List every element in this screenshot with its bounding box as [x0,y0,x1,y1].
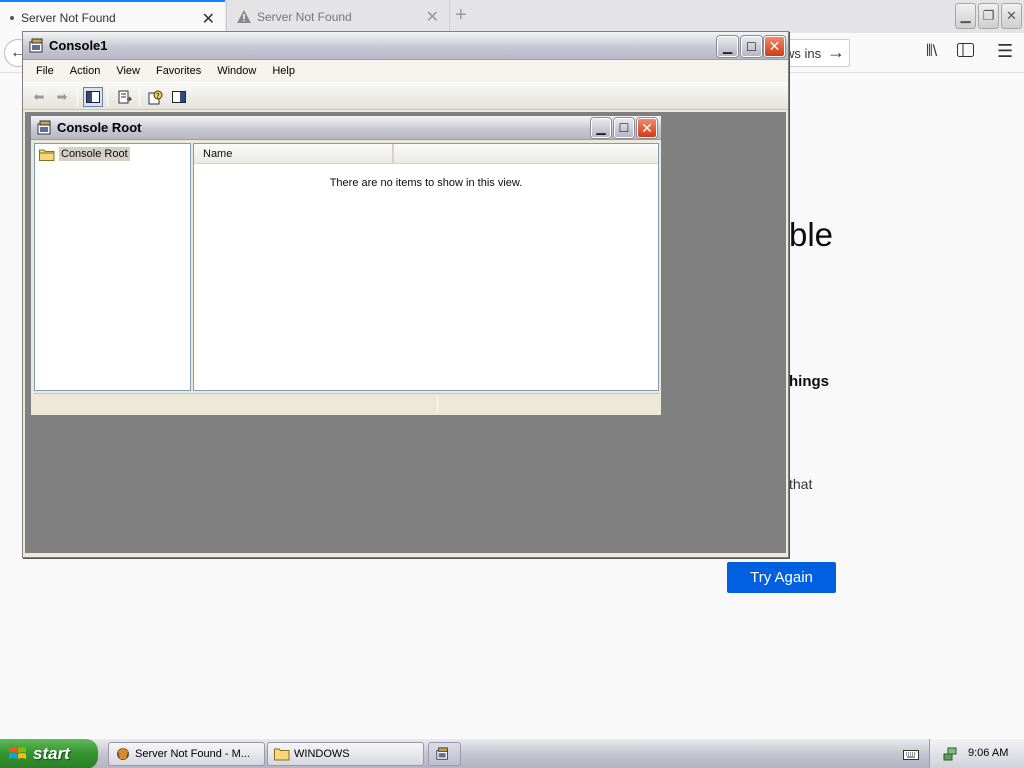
taskbar-button-firefox[interactable]: Server Not Found - M... [108,742,265,766]
warning-icon [237,10,251,23]
try-again-button[interactable]: Try Again [727,562,836,593]
forward-arrow-icon[interactable]: ➡ [52,87,72,107]
new-tab-button[interactable]: + [455,5,467,25]
hamburger-menu-icon[interactable]: ☰ [997,41,1013,62]
action-pane-icon [172,91,186,103]
show-hide-action-pane-button[interactable] [169,87,189,107]
folder-icon [39,149,55,161]
close-tab-icon[interactable]: ✕ [426,7,439,27]
console-root-window: Console Root ▁ ☐ ✕ Console Root Name The… [30,115,662,416]
console-root-titlebar[interactable]: Console Root ▁ ☐ ✕ [31,116,661,140]
minimize-button[interactable]: ▁ [591,118,611,138]
browser-minimize-button[interactable]: ▁ [955,3,976,29]
network-icon[interactable] [942,746,958,762]
tab-server-not-found[interactable]: Server Not Found ✕ [226,0,450,33]
taskbar-button-label: WINDOWS [294,748,350,760]
taskbar-button-mmc[interactable] [428,742,461,766]
firefox-icon [117,748,129,760]
export-list-icon [118,90,132,104]
status-bar [34,393,659,413]
show-hide-tree-button[interactable] [83,87,103,107]
menu-action[interactable]: Action [62,65,109,77]
toolbar-separator [77,88,78,106]
column-header-name[interactable]: Name [194,144,394,164]
folder-icon [274,748,290,761]
console1-toolbar: ⬅ ➡ ? [23,82,788,110]
close-button[interactable]: ✕ [637,118,657,138]
console-tree-icon [86,91,100,103]
toolbar-separator [139,88,140,106]
console-root-title: Console Root [57,120,142,135]
error-page-body: that [789,476,813,492]
tab-loading-dot-icon [10,15,14,20]
keyboard-icon[interactable] [903,747,919,761]
mmc-console-icon [29,38,43,52]
taskbar-button-label: Server Not Found - M... [135,748,250,760]
mmc-console-icon [37,120,51,134]
close-tab-icon[interactable]: ✕ [202,9,215,29]
console1-window: Console1 ▁ ☐ ✕ File Action View Favorite… [22,31,789,558]
back-arrow-icon[interactable]: ⬅ [29,87,49,107]
url-bar[interactable]: ws ins → [780,39,850,67]
svg-text:?: ? [156,92,160,100]
menu-file[interactable]: File [28,65,62,77]
library-icon[interactable]: ⫴\ [926,43,937,61]
taskbar-button-windows-folder[interactable]: WINDOWS [267,742,424,766]
menu-favorites[interactable]: Favorites [148,65,209,77]
empty-list-message: There are no items to show in this view. [329,177,523,189]
tree-item-console-root[interactable]: Console Root [39,147,130,161]
tree-item-label: Console Root [59,147,130,161]
mdi-client-area: Console Root ▁ ☐ ✕ Console Root Name The… [25,112,786,553]
console1-menubar: File Action View Favorites Window Help [23,60,788,82]
toolbar-separator [107,88,108,106]
export-list-button[interactable] [115,87,135,107]
help-button[interactable]: ? [145,87,165,107]
list-header: Name [194,144,658,164]
close-button[interactable]: ✕ [764,36,785,57]
result-list-pane[interactable]: Name There are no items to show in this … [193,143,659,391]
tab-label: Server Not Found [257,9,352,24]
menu-window[interactable]: Window [209,65,264,77]
clock[interactable]: 9:06 AM [968,747,1008,759]
menu-help[interactable]: Help [264,65,303,77]
system-tray: 9:06 AM [929,739,1024,768]
error-page-title: ble [789,216,834,253]
tab-label: Server Not Found [21,10,116,25]
console-tree-pane[interactable]: Console Root [34,143,191,391]
minimize-button[interactable]: ▁ [717,36,738,57]
sidebar-icon[interactable] [957,43,974,57]
console1-title: Console1 [49,38,108,53]
console1-titlebar[interactable]: Console1 ▁ ☐ ✕ [23,32,788,60]
start-label: start [33,744,70,763]
help-icon: ? [148,90,162,104]
menu-view[interactable]: View [108,65,148,77]
maximize-button[interactable]: ☐ [741,36,762,57]
go-arrow-icon[interactable]: → [827,42,845,63]
maximize-button[interactable]: ☐ [614,118,634,138]
taskbar: start Server Not Found - M... WINDOWS 9:… [0,738,1024,768]
windows-flag-icon [9,747,26,759]
browser-restore-button[interactable]: ❐ [978,3,999,29]
tab-server-not-found-active[interactable]: Server Not Found ✕ [0,0,225,33]
browser-tab-bar: Server Not Found ✕ Server Not Found ✕ + … [0,0,1024,33]
start-button[interactable]: start [0,739,98,768]
status-pane-divider [437,396,438,412]
error-page-subtitle: hings [789,373,829,390]
url-text: ws ins [785,46,822,61]
browser-close-button[interactable]: ✕ [1001,3,1022,29]
mmc-console-icon [436,747,448,760]
